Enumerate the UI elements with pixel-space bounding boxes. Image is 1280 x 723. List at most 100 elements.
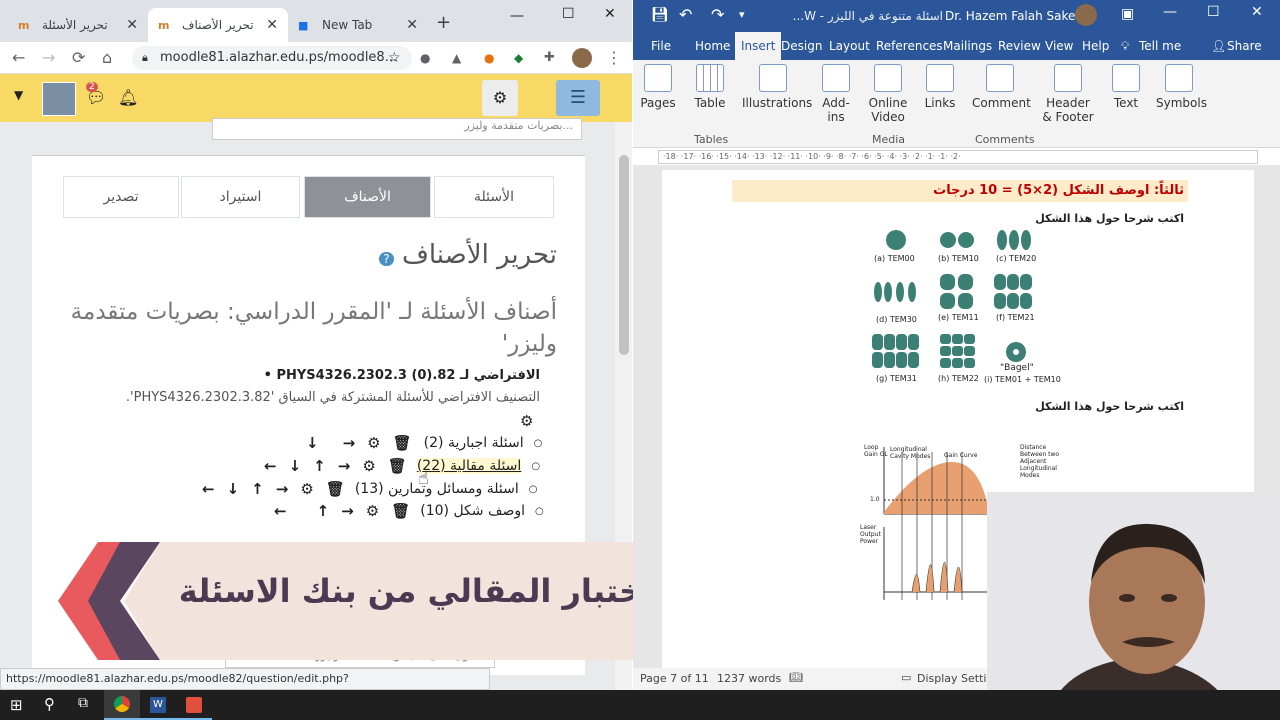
app-taskbar-button[interactable] xyxy=(176,690,212,720)
close-icon[interactable]: ✕ xyxy=(406,17,418,33)
close-window-button[interactable]: ✕ xyxy=(1251,4,1263,20)
illustrations-button[interactable]: Illustrations xyxy=(742,64,812,110)
arrow-right-icon[interactable]: → xyxy=(338,457,351,475)
gear-icon[interactable]: ⚙ xyxy=(366,502,379,520)
menu-references[interactable]: References xyxy=(876,39,943,53)
category-link[interactable]: اسئلة ومسائل وتمارين (13) xyxy=(355,481,519,497)
arrow-right-icon[interactable]: → xyxy=(276,480,289,498)
star-icon[interactable]: ☆ xyxy=(388,46,401,70)
header-footer-button[interactable]: Header & Footer xyxy=(1040,64,1096,124)
online-video-button[interactable]: Online Video xyxy=(866,64,910,124)
page-count[interactable]: Page 7 of 11 xyxy=(640,672,709,685)
menu-insert[interactable]: Insert xyxy=(735,32,782,60)
symbols-button[interactable]: Symbols xyxy=(1156,64,1207,110)
menu-design[interactable]: Design xyxy=(781,39,822,53)
gear-icon[interactable]: ⚙ xyxy=(367,434,380,452)
ribbon-display-icon[interactable]: ▣ xyxy=(1121,6,1134,22)
extension-icon[interactable]: ● xyxy=(420,51,430,65)
minimize-button[interactable]: — xyxy=(1163,4,1177,20)
proofing-icon[interactable]: 📖︎ xyxy=(789,671,803,684)
tell-me[interactable]: Tell me xyxy=(1139,39,1181,53)
tab-edit-questions[interactable]: m تحرير الأسئلة ✕ xyxy=(8,8,148,42)
omnibox[interactable]: 🔒︎ moodle81.alazhar.edu.ps/moodle8... ☆ xyxy=(132,46,412,70)
gear-icon[interactable]: ⚙ xyxy=(300,480,313,498)
tab-questions[interactable]: الأسئلة xyxy=(434,176,554,218)
arrow-right-icon[interactable]: → xyxy=(341,502,354,520)
close-window-button[interactable]: ✕ xyxy=(604,6,616,22)
arrow-right-icon[interactable]: → xyxy=(343,434,356,452)
new-tab-button[interactable]: + xyxy=(436,12,451,33)
arrow-down-icon[interactable]: ↓ xyxy=(289,457,302,475)
undo-icon[interactable]: ↶ xyxy=(679,5,692,24)
comment-button[interactable]: Comment xyxy=(972,64,1031,110)
hamburger-menu-icon[interactable]: ☰ xyxy=(556,80,600,116)
category-link[interactable]: اسئلة اجبارية (2) xyxy=(424,435,524,451)
category-link[interactable]: اوصف شكل (10) xyxy=(420,503,525,519)
close-icon[interactable]: ✕ xyxy=(126,17,138,33)
pages-button[interactable]: Pages xyxy=(640,64,676,110)
tab-export[interactable]: تصدير xyxy=(63,176,179,218)
category-link[interactable]: اسئلة مقالية (22) xyxy=(416,458,522,474)
gear-icon[interactable]: ⚙ xyxy=(520,412,533,430)
minimize-button[interactable]: — xyxy=(510,8,524,24)
help-icon[interactable]: ? xyxy=(379,252,394,266)
scrollbar-thumb[interactable] xyxy=(619,155,629,355)
gear-icon[interactable]: ⚙ xyxy=(482,80,518,116)
text-button[interactable]: Text xyxy=(1108,64,1144,110)
customize-icon[interactable]: ▾ xyxy=(739,8,745,21)
arrow-left-icon[interactable]: ← xyxy=(264,457,277,475)
arrow-up-icon[interactable]: ↑ xyxy=(251,480,264,498)
extension-icon[interactable]: ● xyxy=(484,51,494,65)
arrow-left-icon[interactable]: ← xyxy=(274,502,287,520)
trash-icon[interactable]: 🗑︎ xyxy=(388,457,407,475)
menu-icon[interactable]: ⋮ xyxy=(606,48,622,67)
addins-button[interactable]: Add-ins xyxy=(818,64,854,124)
ruler[interactable]: ·18· ·17· ·16· ·15· ·14· ·13· ·12· ·11· … xyxy=(658,150,1258,164)
avatar[interactable] xyxy=(572,48,592,68)
arrow-down-icon[interactable]: ↓ xyxy=(227,480,240,498)
trash-icon[interactable]: 🗑︎ xyxy=(326,480,345,498)
windows-start-icon[interactable]: ⊞ xyxy=(10,696,23,714)
reload-icon[interactable]: ⟳ xyxy=(72,48,85,67)
links-button[interactable]: Links xyxy=(922,64,958,110)
maximize-button[interactable]: ☐ xyxy=(562,6,575,22)
tab-edit-categories[interactable]: m تحرير الأصناف ✕ xyxy=(148,8,288,42)
save-icon[interactable]: 💾︎ xyxy=(651,7,669,23)
tab-import[interactable]: استيراد xyxy=(181,176,300,218)
forward-icon[interactable]: → xyxy=(42,48,55,67)
puzzle-icon[interactable]: ✚ xyxy=(544,50,555,65)
gear-icon[interactable]: ⚙ xyxy=(362,457,375,475)
chrome-taskbar-button[interactable] xyxy=(104,690,140,720)
task-view-icon[interactable]: ⧉ xyxy=(78,695,88,711)
menu-layout[interactable]: Layout xyxy=(829,39,870,53)
menu-review[interactable]: Review xyxy=(998,39,1041,53)
arrow-up-icon[interactable]: ↑ xyxy=(313,457,326,475)
menu-view[interactable]: View xyxy=(1045,39,1073,53)
share-button[interactable]: Share xyxy=(1227,39,1262,53)
home-icon[interactable]: ⌂ xyxy=(102,48,112,67)
tab-categories[interactable]: الأصناف xyxy=(304,176,431,218)
avatar[interactable] xyxy=(42,82,76,116)
extension-icon[interactable]: ◆ xyxy=(514,51,523,65)
maximize-button[interactable]: ☐ xyxy=(1207,4,1220,20)
redo-icon[interactable]: ↷ xyxy=(711,5,724,24)
trash-icon[interactable]: 🗑︎ xyxy=(391,502,410,520)
close-icon[interactable]: ✕ xyxy=(266,17,278,33)
menu-help[interactable]: Help xyxy=(1082,39,1109,53)
bell-icon[interactable]: 🔔︎ xyxy=(118,88,138,107)
word-count[interactable]: 1237 words xyxy=(717,672,781,685)
caret-down-icon[interactable]: ▼ xyxy=(14,88,23,102)
arrow-up-icon[interactable]: ↑ xyxy=(317,502,330,520)
menu-mailings[interactable]: Mailings xyxy=(943,39,992,53)
menu-file[interactable]: File xyxy=(651,39,671,53)
back-icon[interactable]: ← xyxy=(12,48,25,67)
table-button[interactable]: Table xyxy=(692,64,728,110)
avatar[interactable] xyxy=(1075,4,1097,26)
trash-icon[interactable]: 🗑︎ xyxy=(393,434,412,452)
search-icon[interactable]: ⚲ xyxy=(44,695,55,713)
tab-new-tab[interactable]: ■ New Tab ✕ xyxy=(288,8,428,42)
extension-icon[interactable]: ▲ xyxy=(452,51,461,65)
arrow-down-icon[interactable]: ↓ xyxy=(306,434,319,452)
menu-home[interactable]: Home xyxy=(695,39,730,53)
word-taskbar-button[interactable]: W xyxy=(140,690,176,720)
